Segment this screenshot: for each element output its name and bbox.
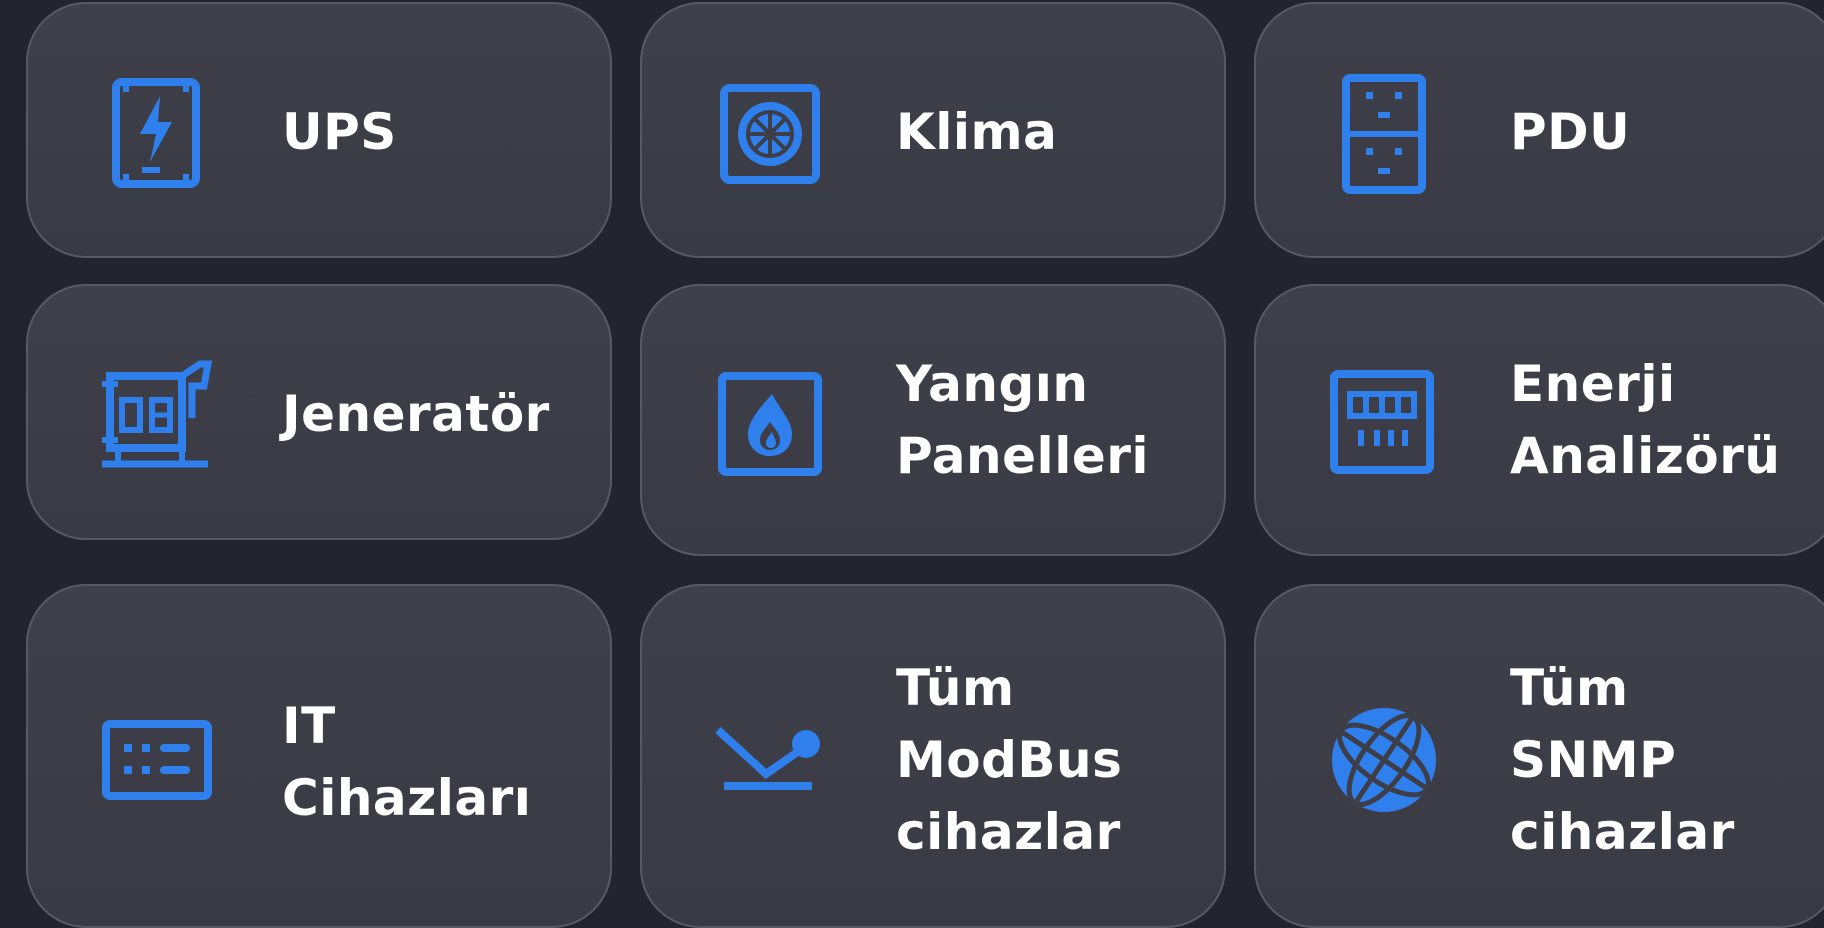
it-device-icon	[102, 720, 212, 800]
tile-label-klima: Klima	[896, 103, 1058, 161]
air-conditioner-icon	[720, 84, 820, 184]
tile-klima[interactable]: Klima	[640, 2, 1226, 258]
tile-label-tum-modbus-cihazlar: Tüm ModBus cihazlar	[896, 659, 1123, 861]
tile-label-yangin-panelleri: Yangın Panelleri	[896, 355, 1150, 485]
pdu-icon	[1342, 74, 1426, 194]
ups-icon	[112, 78, 202, 188]
generator-icon	[100, 358, 213, 474]
snmp-globe-icon	[1328, 704, 1440, 816]
tile-tum-snmp-cihazlar[interactable]: Tüm SNMP cihazlar	[1254, 584, 1824, 928]
tile-label-enerji-analizoru: Enerji Analizörü	[1510, 355, 1781, 485]
fire-panel-icon	[718, 372, 822, 476]
tile-jenerator[interactable]: Jeneratör	[26, 284, 612, 540]
tile-label-ups: UPS	[282, 103, 397, 161]
modbus-icon	[714, 724, 826, 804]
tile-label-tum-snmp-cihazlar: Tüm SNMP cihazlar	[1510, 659, 1735, 861]
tile-tum-modbus-cihazlar[interactable]: Tüm ModBus cihazlar	[640, 584, 1226, 928]
tile-it-cihazlari[interactable]: IT Cihazları	[26, 584, 612, 928]
energy-analyzer-icon	[1330, 370, 1434, 474]
tile-yangin-panelleri[interactable]: Yangın Panelleri	[640, 284, 1226, 556]
tile-pdu[interactable]: PDU	[1254, 2, 1824, 258]
tile-enerji-analizoru[interactable]: Enerji Analizörü	[1254, 284, 1824, 556]
tile-ups[interactable]: UPS	[26, 2, 612, 258]
tile-label-jenerator: Jeneratör	[282, 385, 550, 443]
tile-label-it-cihazlari: IT Cihazları	[282, 697, 532, 827]
tile-label-pdu: PDU	[1510, 103, 1631, 161]
device-category-grid: UPS Klima PDU Jeneratör Yangın Panelleri…	[0, 0, 1824, 928]
